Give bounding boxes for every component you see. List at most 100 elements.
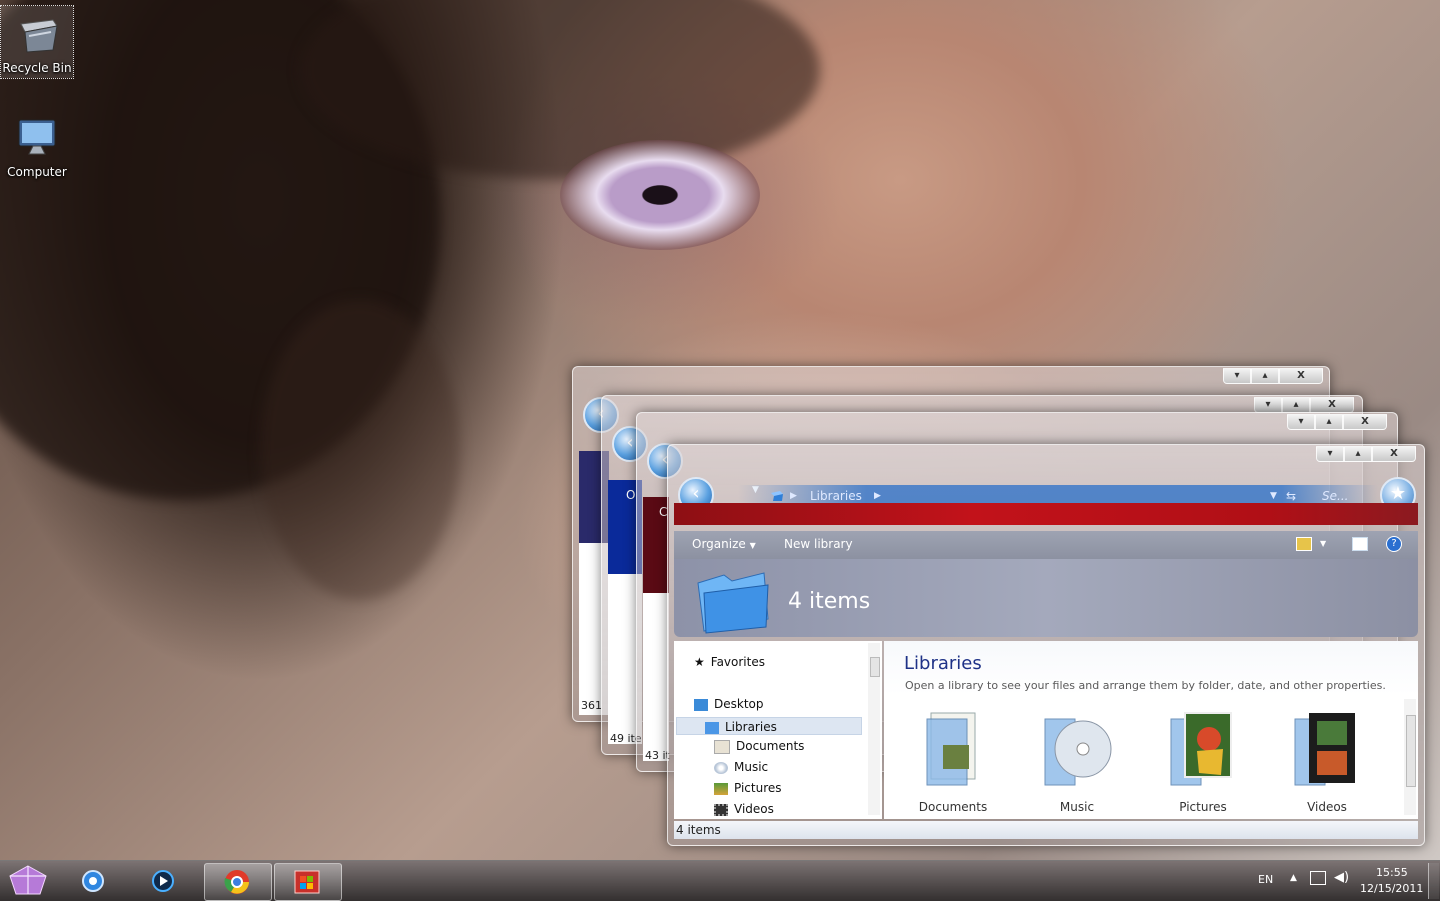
minimize-button[interactable]: ▾ — [1254, 397, 1282, 413]
nav-label: Desktop — [714, 697, 764, 711]
nav-item-libraries[interactable]: Libraries — [676, 717, 862, 735]
close-button[interactable]: X — [1343, 414, 1387, 430]
volume-icon[interactable]: ◀) — [1334, 870, 1349, 885]
change-view-icon[interactable] — [1296, 537, 1312, 551]
clock-time[interactable]: 15:55 — [1376, 866, 1408, 879]
status-item-count: 4 items — [676, 823, 721, 837]
command-toolbar: Organize ▼ New library ▼ ? — [674, 531, 1418, 559]
organize-button[interactable]: Organize ▼ — [692, 537, 756, 551]
status-bar: 4 items — [674, 821, 1418, 839]
minimize-button[interactable]: ▾ — [1316, 446, 1344, 462]
close-button[interactable]: X — [1279, 368, 1323, 384]
library-label: Pictures — [1179, 800, 1227, 814]
computer-icon — [18, 119, 56, 155]
nav-item-documents[interactable]: Documents — [714, 739, 804, 754]
explorer-window-libraries[interactable]: ▾▴X ‹ ▼ ▶ Libraries ▶ ▼ ⇆ Se... ★ Organi… — [667, 444, 1425, 846]
nav-item-videos[interactable]: Videos — [714, 802, 774, 816]
scrollbar-thumb[interactable] — [1406, 715, 1416, 787]
caption-buttons: ▾ ▴ X — [1316, 446, 1416, 462]
recycle-bin-icon — [20, 19, 58, 53]
windows-explorer-icon — [294, 870, 320, 894]
partial-label: O — [626, 488, 636, 502]
nav-item-music[interactable]: Music — [714, 760, 768, 774]
pictures-library-icon — [1170, 712, 1232, 786]
scrollbar-thumb[interactable] — [870, 657, 880, 677]
documents-icon — [714, 739, 730, 754]
caption-buttons: ▾ ▴ X — [1223, 368, 1323, 384]
content-subtitle: Open a library to see your files and arr… — [905, 679, 1386, 692]
taskbar-ie[interactable] — [60, 863, 126, 899]
caption-buttons: ▾ ▴ X — [1254, 397, 1354, 413]
library-item-documents[interactable]: Documents — [898, 709, 1008, 814]
preview-pane-icon[interactable] — [1352, 537, 1368, 551]
item-count-heading: 4 items — [788, 589, 871, 614]
nav-label: Favorites — [710, 655, 765, 669]
maximize-button[interactable]: ▴ — [1282, 397, 1310, 413]
view-options-chevron-icon[interactable]: ▼ — [1320, 539, 1326, 548]
libraries-icon — [705, 721, 719, 734]
language-indicator[interactable]: EN — [1258, 873, 1273, 886]
maximize-button[interactable]: ▴ — [1315, 414, 1343, 430]
nav-label: Videos — [734, 802, 774, 816]
taskbar-media-player[interactable] — [130, 863, 196, 899]
taskbar-chrome[interactable] — [204, 863, 272, 901]
nav-label: Music — [734, 760, 769, 774]
wallpaper-hair-shape — [260, 300, 460, 600]
minimize-button[interactable]: ▾ — [1223, 368, 1251, 384]
new-library-button[interactable]: New library — [784, 537, 853, 551]
nav-label: Pictures — [734, 781, 782, 795]
desktop-wallpaper: Recycle Bin Computer ▾▴X ‹ 361 ▾▴X ‹ O 4… — [0, 0, 1440, 860]
library-label: Documents — [918, 800, 988, 814]
library-item-music[interactable]: Music — [1022, 709, 1132, 814]
videos-library-icon — [1294, 713, 1355, 786]
chevron-down-icon: ▼ — [749, 541, 756, 550]
nav-item-desktop[interactable]: Desktop — [694, 697, 764, 711]
music-library-icon — [1044, 718, 1112, 786]
libraries-icon — [771, 491, 783, 501]
close-button[interactable]: X — [1310, 397, 1354, 413]
content-pane: Libraries Open a library to see your fil… — [884, 641, 1418, 819]
folder-large-icon — [697, 572, 769, 634]
desktop-icon-recycle-bin[interactable]: Recycle Bin — [0, 5, 74, 79]
taskbar-windows-explorer[interactable] — [274, 863, 342, 901]
library-item-videos[interactable]: Videos — [1272, 709, 1382, 814]
nav-item-pictures[interactable]: Pictures — [714, 781, 782, 795]
media-player-icon — [152, 870, 174, 892]
star-icon: ★ — [694, 655, 705, 669]
maximize-button[interactable]: ▴ — [1344, 446, 1372, 462]
videos-icon — [714, 803, 728, 816]
chrome-icon — [224, 870, 249, 894]
show-desktop-button[interactable] — [1428, 863, 1439, 899]
window-content-edge — [643, 593, 669, 761]
nav-scrollbar[interactable] — [868, 643, 880, 815]
music-icon — [714, 761, 728, 774]
close-button[interactable]: X — [1372, 446, 1416, 462]
help-icon[interactable]: ? — [1386, 536, 1402, 552]
organize-label: Organize — [692, 537, 746, 551]
wallpaper-eye — [560, 140, 760, 250]
nav-item-favorites[interactable]: ★ Favorites — [694, 655, 765, 669]
nav-label: Libraries — [725, 720, 777, 734]
desktop-icon — [694, 698, 708, 711]
library-header: 4 items — [674, 559, 1418, 637]
library-label: Music — [1059, 800, 1095, 814]
desktop-icon-computer[interactable]: Computer — [1, 110, 73, 186]
documents-library-icon — [926, 712, 976, 786]
minimize-button[interactable]: ▾ — [1287, 414, 1315, 430]
content-scrollbar[interactable] — [1404, 699, 1416, 815]
show-hidden-icons-icon[interactable]: ▲ — [1290, 873, 1297, 883]
library-label: Videos — [1307, 800, 1347, 814]
clock-date[interactable]: 12/15/2011 — [1360, 882, 1423, 895]
status-text: 361 — [581, 699, 602, 712]
content-title: Libraries — [904, 653, 982, 674]
nav-label: Documents — [736, 739, 805, 753]
navigation-pane: ★ Favorites Desktop Libraries Documents M… — [674, 641, 882, 819]
menu-bar — [674, 503, 1418, 525]
caption-buttons: ▾ ▴ X — [1287, 414, 1387, 430]
taskbar: EN ▲ ◀) 15:55 12/15/2011 — [0, 860, 1440, 901]
maximize-button[interactable]: ▴ — [1251, 368, 1279, 384]
library-item-pictures[interactable]: Pictures — [1148, 709, 1258, 814]
pictures-icon — [714, 782, 728, 795]
start-orb-icon[interactable] — [6, 864, 50, 898]
network-icon[interactable] — [1310, 871, 1326, 885]
